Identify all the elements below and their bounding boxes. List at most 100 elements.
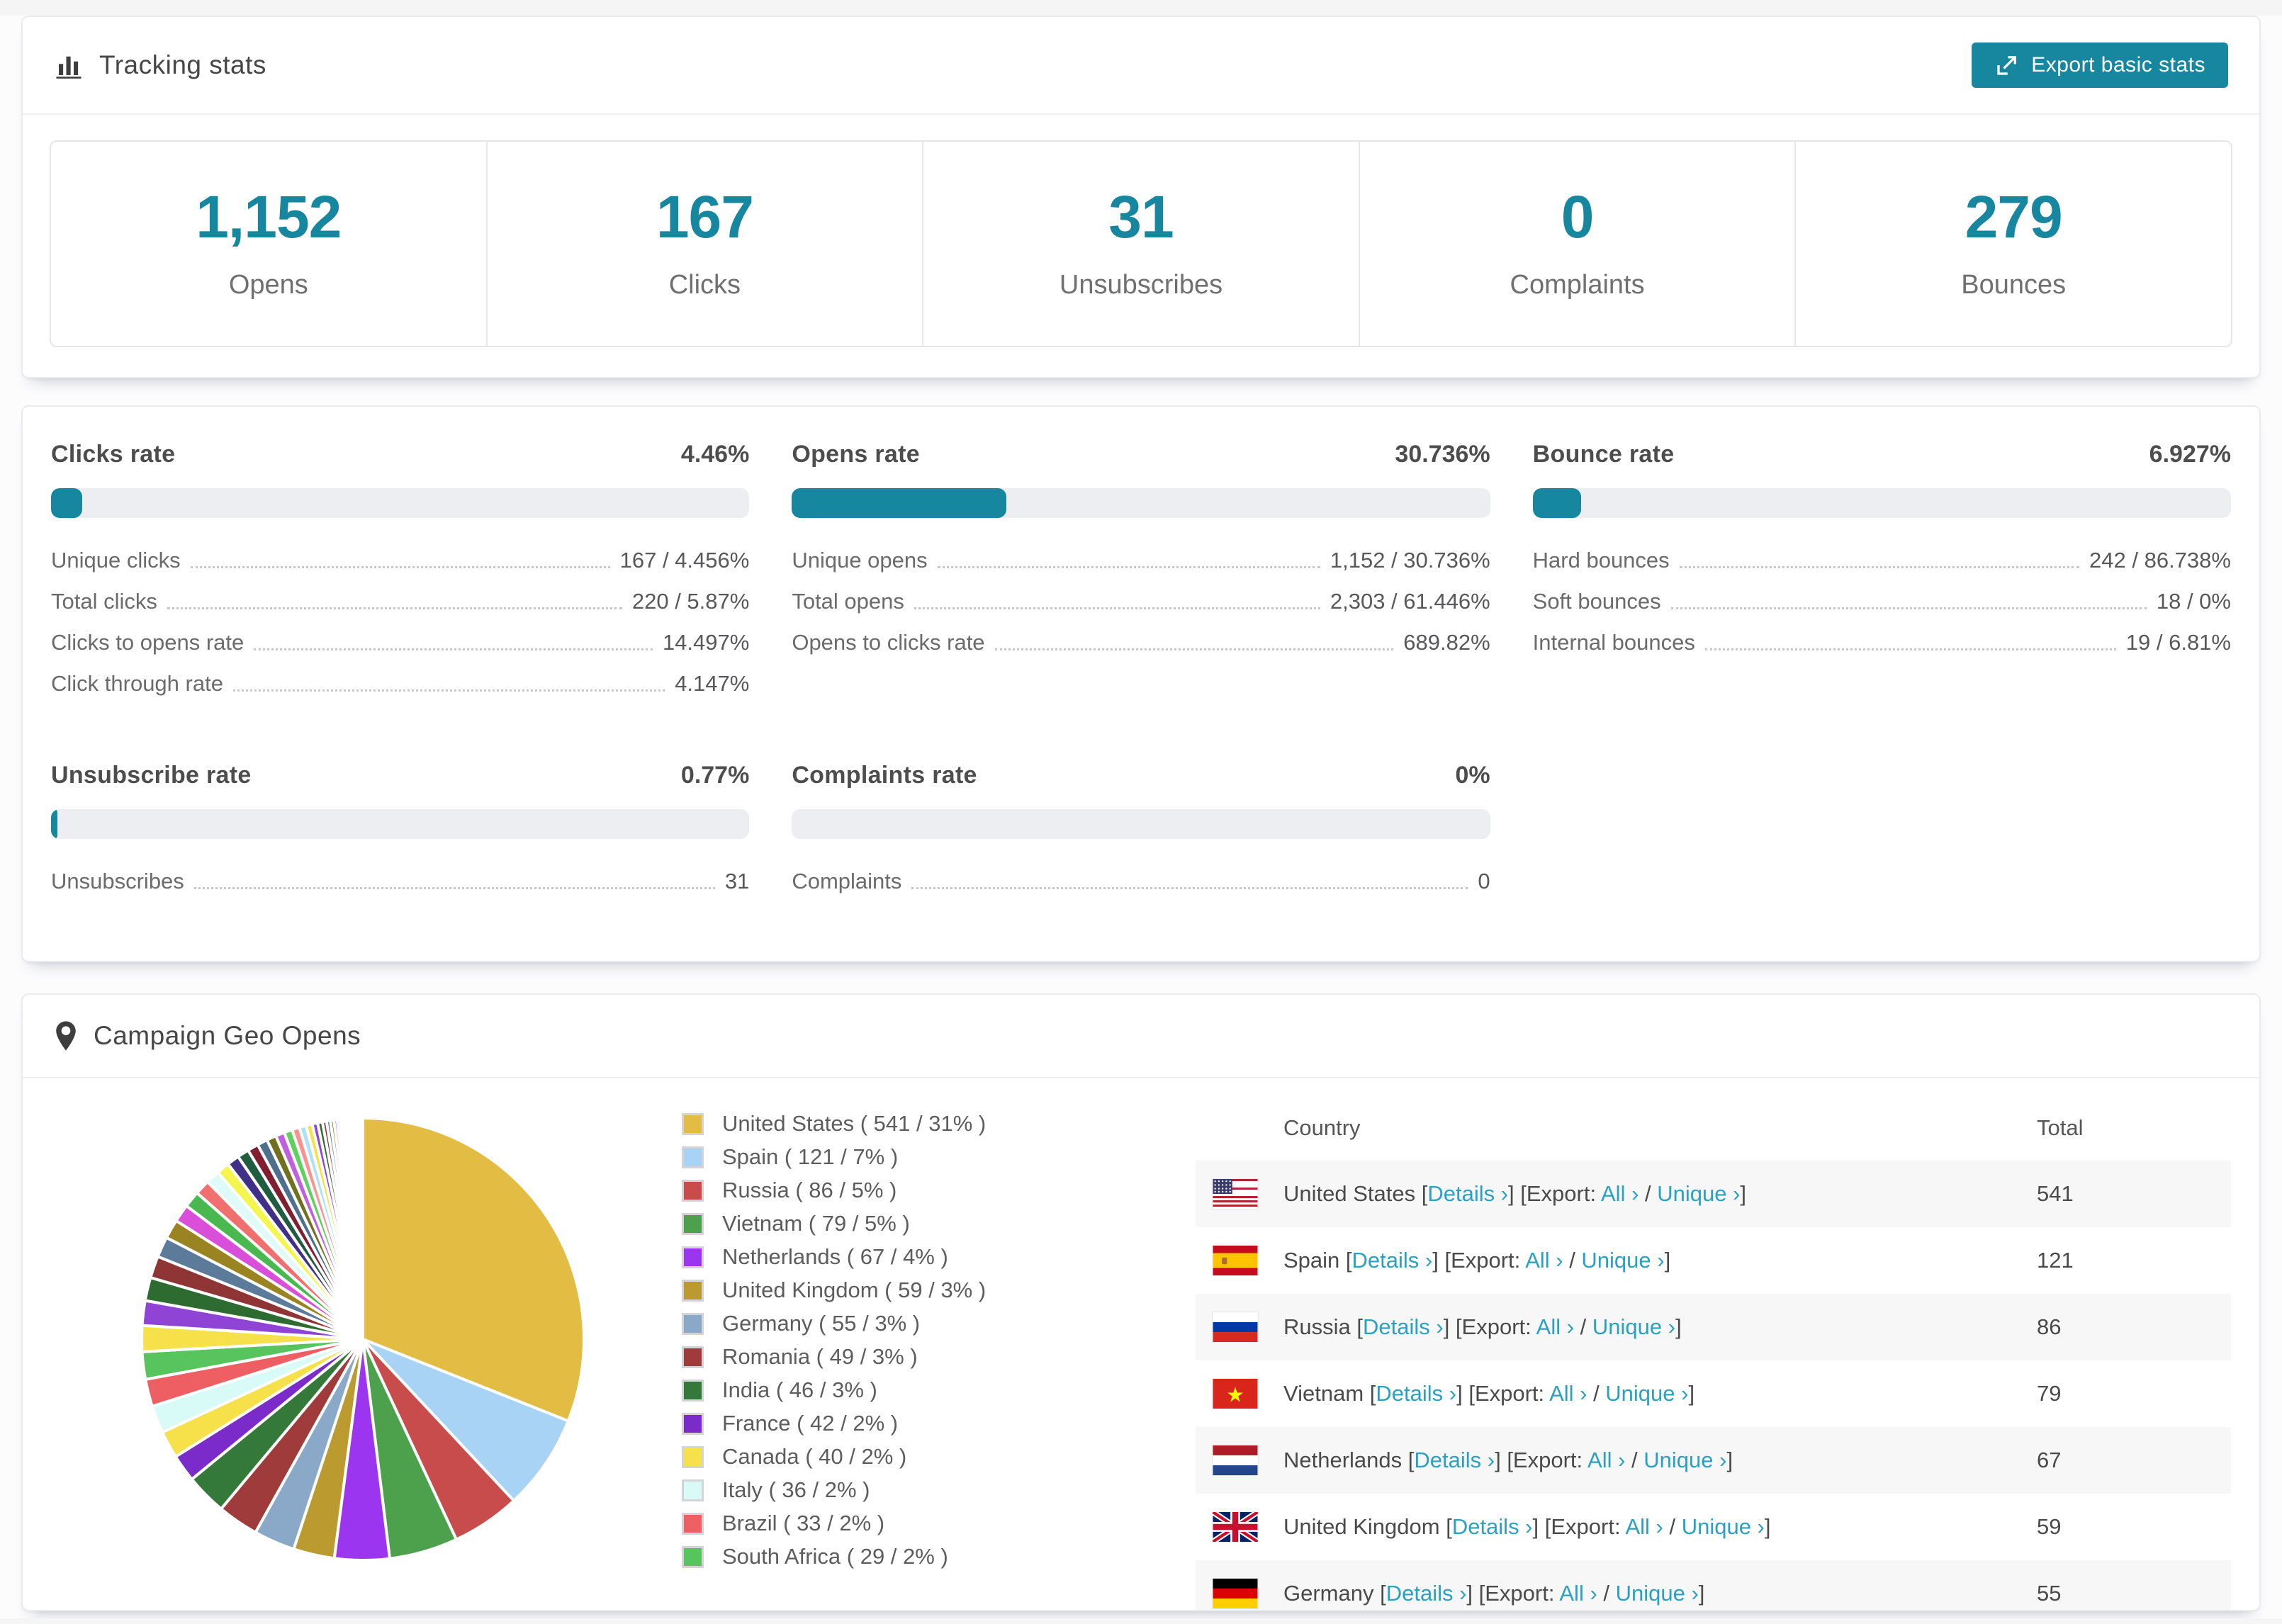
legend-label: Romania ( 49 / 3% ) (722, 1344, 918, 1369)
stat-label: Bounces (1961, 270, 2067, 300)
rate-block-opens-rate: Opens rate 30.736% Unique opens 1,152 / … (792, 441, 1490, 711)
legend-swatch (682, 1412, 704, 1435)
table-row-russia: Russia [Details ›] [Export: All › / Uniq… (1196, 1294, 2231, 1360)
legend-swatch (682, 1545, 704, 1568)
stat-label: Unsubscribes (1059, 270, 1223, 300)
table-row-spain: Spain [Details ›] [Export: All › / Uniqu… (1196, 1227, 2231, 1294)
flag-us-icon (1213, 1179, 1258, 1209)
table-row-united-kingdom: United Kingdom [Details ›] [Export: All … (1196, 1494, 2231, 1560)
flag-de-icon (1213, 1579, 1258, 1608)
table-row-vietnam: Vietnam [Details ›] [Export: All › / Uni… (1196, 1360, 2231, 1427)
page-bottom-background (0, 1618, 2282, 1624)
progress-bar-fill (792, 488, 1007, 518)
rates-card: Clicks rate 4.46% Unique clicks 167 / 4.… (21, 405, 2261, 962)
rate-block-bounce-rate: Bounce rate 6.927% Hard bounces 242 / 86… (1532, 441, 2231, 711)
details-link[interactable]: Details › (1386, 1581, 1467, 1606)
details-link[interactable]: Details › (1352, 1248, 1433, 1273)
export-all-link[interactable]: All › (1559, 1581, 1597, 1606)
geo-header: Campaign Geo Opens (23, 995, 2259, 1078)
legend-swatch (682, 1279, 704, 1302)
dotted-leader (232, 689, 665, 692)
progress-bar (792, 809, 1490, 839)
table-row-netherlands: Netherlands [Details ›] [Export: All › /… (1196, 1427, 2231, 1494)
summary-stat-complaints: 0 Complaints (1358, 142, 1795, 346)
export-unique-link[interactable]: Unique › (1682, 1514, 1765, 1539)
summary-stat-unsubscribes: 31 Unsubscribes (922, 142, 1359, 346)
legend-label: United Kingdom ( 59 / 3% ) (722, 1278, 987, 1302)
legend-swatch (682, 1312, 704, 1335)
export-unique-link[interactable]: Unique › (1657, 1181, 1740, 1206)
geo-table: Country Total United States [Details ›] … (1196, 1095, 2231, 1610)
flag-vn-icon (1213, 1379, 1258, 1409)
flag-es-icon (1213, 1246, 1258, 1275)
details-link[interactable]: Details › (1427, 1181, 1508, 1206)
flag-ru-icon (1213, 1312, 1258, 1342)
pie-legend: United States ( 541 / 31% ) Spain ( 121 … (682, 1111, 1079, 1577)
progress-bar (792, 488, 1490, 518)
legend-label: France ( 42 / 2% ) (722, 1411, 899, 1436)
rate-value: 4.46% (680, 441, 750, 468)
dotted-leader (914, 607, 1320, 609)
details-link[interactable]: Details › (1376, 1381, 1456, 1406)
legend-label: Vietnam ( 79 / 5% ) (722, 1211, 910, 1236)
stat-label: Complaints (1510, 270, 1645, 300)
rate-value: 6.927% (2149, 441, 2231, 468)
export-all-link[interactable]: All › (1601, 1181, 1639, 1206)
dotted-leader (1679, 566, 2080, 568)
legend-item-netherlands: Netherlands ( 67 / 4% ) (682, 1244, 1079, 1270)
country-total: 121 (2037, 1248, 2074, 1273)
export-unique-link[interactable]: Unique › (1643, 1448, 1726, 1472)
rate-row-total-clicks: Total clicks 220 / 5.87% (51, 589, 750, 614)
export-unique-link[interactable]: Unique › (1592, 1314, 1675, 1339)
rate-block-unsubscribe-rate: Unsubscribe rate 0.77% Unsubscribes 31 (51, 762, 750, 908)
summary-stat-opens: 1,152 Opens (51, 142, 486, 346)
export-unique-link[interactable]: Unique › (1581, 1248, 1664, 1273)
geo-table-header: Country Total (1196, 1095, 2231, 1161)
legend-swatch (682, 1346, 704, 1368)
rate-title: Opens rate (792, 441, 920, 468)
summary-stats-row: 1,152 Opens 167 Clicks 31 Unsubscribes 0 Co… (50, 140, 2232, 347)
summary-stat-clicks: 167 Clicks (485, 142, 923, 346)
country-total: 59 (2037, 1514, 2062, 1539)
details-link[interactable]: Details › (1414, 1448, 1495, 1472)
tracking-stats-card: Tracking stats Export basic stats 1,152 … (21, 16, 2261, 378)
geo-content: United States ( 541 / 31% ) Spain ( 121 … (23, 1078, 2259, 1610)
details-link[interactable]: Details › (1363, 1314, 1444, 1339)
legend-item-india: India ( 46 / 3% ) (682, 1377, 1079, 1403)
export-all-link[interactable]: All › (1525, 1248, 1563, 1273)
rate-row-internal-bounces: Internal bounces 19 / 6.81% (1532, 630, 2231, 655)
export-all-link[interactable]: All › (1587, 1448, 1625, 1472)
rate-row-clicks-to-opens-rate: Clicks to opens rate 14.497% (51, 630, 750, 655)
progress-bar (51, 809, 750, 839)
legend-item-united-kingdom: United Kingdom ( 59 / 3% ) (682, 1278, 1079, 1303)
country-name: Russia (1283, 1314, 1351, 1339)
dotted-leader (190, 566, 610, 568)
legend-label: Italy ( 36 / 2% ) (722, 1477, 870, 1502)
progress-bar-fill (51, 809, 57, 839)
details-link[interactable]: Details › (1452, 1514, 1533, 1539)
legend-label: India ( 46 / 3% ) (722, 1377, 877, 1402)
export-all-link[interactable]: All › (1549, 1381, 1587, 1406)
export-basic-stats-button[interactable]: Export basic stats (1972, 43, 2228, 88)
rate-row-complaints: Complaints 0 (792, 869, 1490, 893)
country-total: 67 (2037, 1448, 2062, 1472)
export-all-link[interactable]: All › (1536, 1314, 1574, 1339)
country-name: United States (1283, 1181, 1416, 1206)
tracking-stats-page: Tracking stats Export basic stats 1,152 … (0, 16, 2282, 1624)
country-total: 79 (2037, 1381, 2062, 1406)
country-name: Spain (1283, 1248, 1340, 1273)
column-header-country: Country (1283, 1115, 1361, 1140)
progress-bar-fill (51, 488, 82, 518)
dotted-leader (1704, 648, 2116, 650)
export-unique-link[interactable]: Unique › (1616, 1581, 1699, 1606)
stat-label: Opens (228, 270, 308, 300)
dotted-leader (937, 566, 1320, 568)
map-pin-icon (54, 1020, 78, 1051)
rate-row-unique-opens: Unique opens 1,152 / 30.736% (792, 548, 1490, 573)
export-all-link[interactable]: All › (1625, 1514, 1663, 1539)
dotted-leader (1670, 607, 2147, 609)
legend-swatch (682, 1112, 704, 1135)
progress-bar (51, 488, 750, 518)
export-unique-link[interactable]: Unique › (1605, 1381, 1688, 1406)
legend-swatch (682, 1512, 704, 1535)
